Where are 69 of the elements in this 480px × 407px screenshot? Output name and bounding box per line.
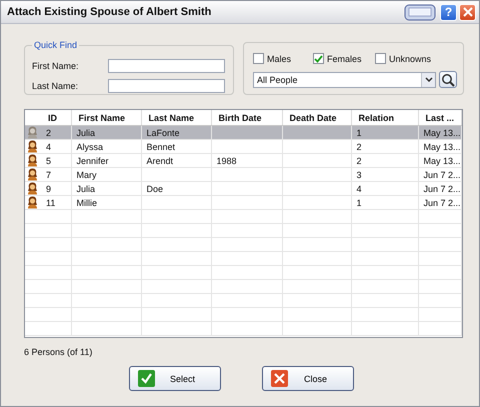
table-row[interactable]: 11 Millie 1 Jun 7 2... [25, 196, 461, 210]
person-icon [26, 154, 39, 167]
table-cell: Julia [76, 128, 96, 138]
person-icon [26, 182, 39, 195]
table-cell: 7 [46, 170, 52, 180]
checkbox-label: Unknowns [389, 54, 432, 64]
window-title: Attach Existing Spouse of Albert Smith [7, 6, 212, 18]
table-row[interactable]: 4 Alyssa Bennet 2 May 13... [25, 140, 461, 154]
table-cell: 1988 [216, 156, 237, 166]
field-label: First Name: [32, 61, 80, 71]
table-cell: 5 [46, 156, 52, 166]
cross-icon [271, 370, 288, 387]
status-text: 6 Persons (of 11) [24, 347, 94, 357]
table-cell: 2 [46, 128, 52, 138]
checkmark-icon [138, 370, 155, 387]
table-cell: 3 [356, 170, 362, 180]
table-cell: Julia [76, 184, 96, 194]
table-cell: May 13... [424, 142, 461, 152]
checkbox-label: Males [267, 54, 292, 64]
table-row[interactable]: 7 Mary 3 Jun 7 2... [25, 168, 461, 182]
table-cell: 2 [356, 156, 362, 166]
table-cell: May 13... [424, 156, 461, 166]
table-cell: Millie [76, 198, 98, 208]
dropdown[interactable]: All People [253, 72, 436, 88]
column-header[interactable]: ID [41, 110, 71, 126]
checkbox[interactable] [375, 53, 386, 64]
column-header[interactable]: Death Date [282, 110, 351, 126]
table-cell: Jun 7 2... [424, 184, 461, 194]
person-icon [26, 168, 39, 181]
table-cell: Doe [146, 184, 164, 194]
table-cell: 1 [356, 128, 362, 138]
close-button[interactable] [459, 4, 476, 20]
table-row[interactable]: 2 Julia LaFonte 1 May 13... [25, 126, 461, 140]
checkbox-label: Females [327, 54, 362, 64]
search-button[interactable] [439, 71, 457, 88]
table-cell: 9 [46, 184, 52, 194]
table-cell: 4 [356, 184, 362, 194]
table-cell: Jun 7 2... [424, 170, 461, 180]
column-header[interactable]: Last ... [418, 110, 461, 126]
person-icon [26, 196, 39, 209]
table-cell: Alyssa [76, 142, 104, 152]
close-dialog-button[interactable]: Close [262, 366, 354, 391]
input-field[interactable] [108, 59, 225, 73]
close-icon [462, 7, 472, 17]
table-cell: Bennet [146, 142, 176, 152]
table-cell: May 13... [424, 128, 461, 138]
chevron-down-icon [424, 77, 432, 82]
checkbox[interactable] [313, 53, 324, 64]
table-cell: Mary [76, 170, 96, 180]
column-header[interactable]: Last Name [141, 110, 211, 126]
table-cell: 1 [356, 198, 362, 208]
table-cell: Arendt [146, 156, 174, 166]
column-header[interactable]: First Name [71, 110, 141, 126]
input-field[interactable] [108, 79, 225, 93]
select-button[interactable]: Select [129, 366, 221, 391]
table-cell: 2 [356, 142, 362, 152]
person-icon [26, 140, 39, 153]
column-header[interactable]: Relation [351, 110, 418, 126]
table-row[interactable]: 9 Julia Doe 4 Jun 7 2... [25, 182, 461, 196]
group-legend: Quick Find [32, 40, 80, 50]
checkbox[interactable] [253, 53, 264, 64]
table-cell: Jennifer [76, 156, 109, 166]
table-row[interactable]: 5 Jennifer Arendt 1988 2 May 13... [25, 154, 461, 168]
table-cell: 4 [46, 142, 52, 152]
table-cell: LaFonte [146, 128, 180, 138]
table-cell: Jun 7 2... [424, 198, 461, 208]
table-cell: 11 [46, 198, 56, 208]
column-header[interactable]: Birth Date [211, 110, 282, 126]
field-label: Last Name: [32, 81, 80, 91]
